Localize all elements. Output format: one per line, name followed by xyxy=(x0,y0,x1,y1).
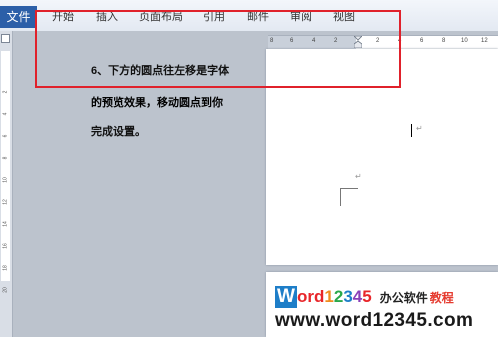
tab-mailings[interactable]: 邮件 xyxy=(247,10,269,24)
watermark-logo-digit: 1 xyxy=(324,287,334,306)
watermark-url: www.word12345.com xyxy=(275,310,474,331)
vertical-ruler[interactable]: 2 4 6 8 10 12 14 16 18 20 xyxy=(0,31,13,337)
page-margin-corner-mark xyxy=(340,188,358,206)
doc-paragraph-line[interactable]: 的预览效果，移动圆点到你 xyxy=(91,94,223,110)
tab-review[interactable]: 审阅 xyxy=(290,10,312,24)
vertical-ruler-number: 8 xyxy=(2,156,9,160)
ruler-number: 10 xyxy=(461,38,468,44)
doc-paragraph-line[interactable]: 完成设置。 xyxy=(91,123,146,139)
tab-references[interactable]: 引用 xyxy=(203,10,225,24)
doc-paragraph-line[interactable]: 6、下方的圆点往左移是字体 xyxy=(91,62,229,78)
tab-view[interactable]: 视图 xyxy=(333,10,355,24)
watermark-tagline: 办公软件 xyxy=(379,291,428,305)
tab-home[interactable]: 开始 xyxy=(52,10,74,24)
tab-page-layout[interactable]: 页面布局 xyxy=(139,10,183,24)
vertical-ruler-number: 6 xyxy=(2,134,9,138)
ruler-number: 4 xyxy=(398,38,402,44)
watermark-logo-letter: W xyxy=(275,286,297,308)
vertical-ruler-number: 14 xyxy=(2,221,9,227)
text-cursor xyxy=(411,124,412,137)
watermark-logo-digit: 5 xyxy=(362,287,372,306)
vertical-ruler-number: 2 xyxy=(2,90,9,94)
vertical-ruler-number: 4 xyxy=(2,112,9,116)
ruler-number: 2 xyxy=(334,38,338,44)
horizontal-ruler[interactable]: 8 6 4 2 2 4 6 8 10 12 xyxy=(268,35,498,50)
ruler-number: 8 xyxy=(270,38,274,44)
ruler-number: 8 xyxy=(442,38,446,44)
watermark-logo-text: ord xyxy=(297,287,325,306)
ruler-number: 4 xyxy=(312,38,316,44)
watermark-tagline-highlight: 教程 xyxy=(429,291,454,305)
indent-marker-icon[interactable] xyxy=(354,36,362,48)
watermark-logo-digit: 4 xyxy=(352,287,363,306)
vertical-ruler-number: 10 xyxy=(2,177,9,183)
tab-file[interactable]: 文件 xyxy=(0,6,37,28)
ruler-number: 2 xyxy=(376,38,380,44)
tab-stop-selector[interactable] xyxy=(1,34,10,43)
vertical-ruler-number: 18 xyxy=(2,265,9,271)
watermark-logo-digit: 2 xyxy=(333,287,344,306)
ribbon-tab-bar: 文件 开始 插入 页面布局 引用 邮件 审阅 视图 xyxy=(0,0,498,32)
watermark-logo: Word12345 办公软件 教程 xyxy=(275,286,454,312)
ruler-number: 6 xyxy=(420,38,424,44)
ruler-number: 12 xyxy=(481,38,488,44)
tab-insert[interactable]: 插入 xyxy=(96,10,118,24)
paragraph-mark-icon: ↵ xyxy=(355,172,362,181)
document-page[interactable] xyxy=(266,49,498,265)
watermark-logo-digit: 3 xyxy=(343,287,353,306)
ruler-number: 6 xyxy=(290,38,294,44)
paragraph-mark-icon: ↵ xyxy=(416,124,423,133)
vertical-ruler-number: 20 xyxy=(2,287,9,293)
vertical-ruler-number: 12 xyxy=(2,199,9,205)
vertical-ruler-number: 16 xyxy=(2,243,9,249)
